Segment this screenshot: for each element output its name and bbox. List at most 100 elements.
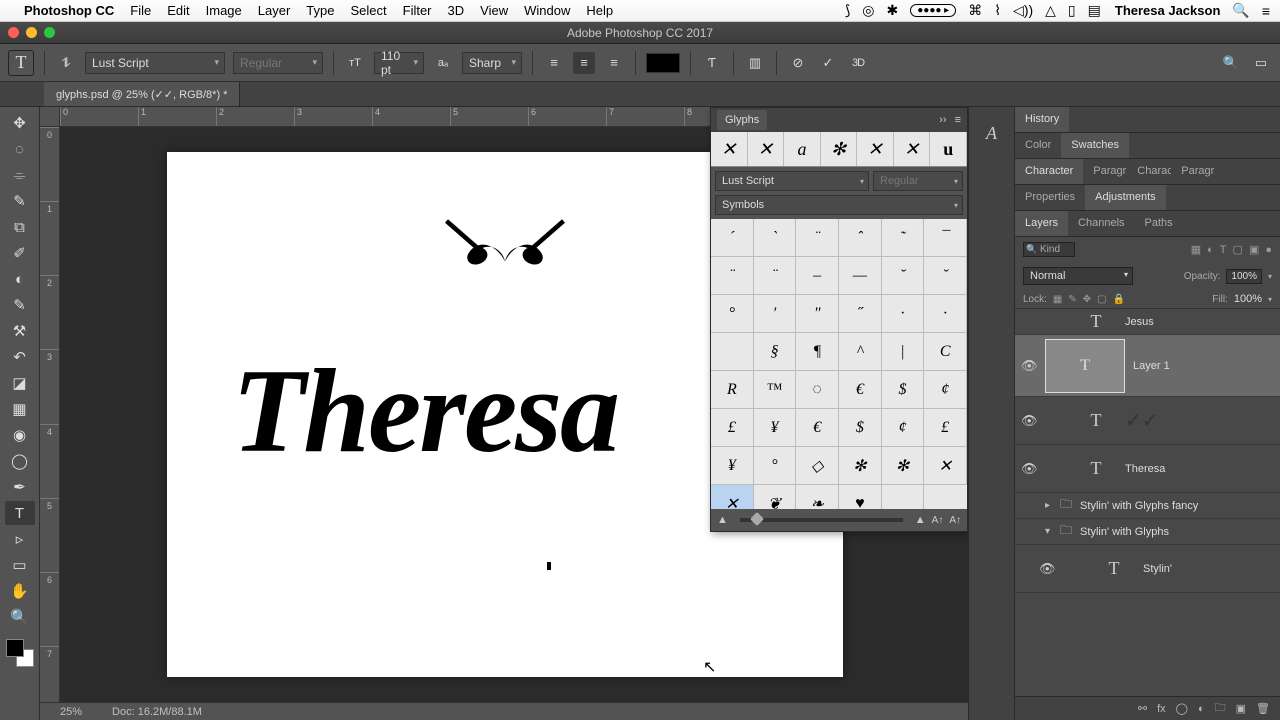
glyph-cell[interactable]: `	[754, 219, 797, 257]
glyph-cell[interactable]: C	[924, 333, 967, 371]
window-close-button[interactable]	[8, 27, 19, 38]
collapse-icon[interactable]: ››	[939, 114, 946, 126]
panel-menu-icon[interactable]: ≡	[955, 114, 961, 126]
glyph-cell[interactable]: ·	[924, 295, 967, 333]
glyph-cell[interactable]: ♥	[839, 485, 882, 509]
glyph-option-icon[interactable]: A↑	[949, 515, 961, 526]
glyph-cell[interactable]: £	[924, 409, 967, 447]
window-maximize-button[interactable]	[44, 27, 55, 38]
healing-tool[interactable]: ◐	[5, 267, 35, 291]
lock-artboard-icon[interactable]: ▢	[1097, 294, 1106, 305]
layer-name[interactable]: Stylin'	[1143, 563, 1172, 575]
document-tab[interactable]: glyphs.psd @ 25% (✓✓, RGB/8*) *	[44, 82, 240, 106]
tab-swatches[interactable]: Swatches	[1061, 133, 1129, 158]
glyph-cell[interactable]: ✻	[882, 447, 925, 485]
glyph-cell[interactable]: ˘	[924, 257, 967, 295]
filter-type-icon[interactable]: T	[1220, 244, 1227, 256]
warp-text-icon[interactable]: Ƭ	[701, 52, 723, 74]
antialias-select[interactable]: Sharp	[462, 52, 522, 74]
glyph-cell[interactable]: ¢	[882, 409, 925, 447]
menu-layer[interactable]: Layer	[258, 3, 291, 18]
glyph-cell[interactable]: |	[882, 333, 925, 371]
glyph-cell[interactable]: ✻	[839, 447, 882, 485]
align-right-icon[interactable]: ≡	[603, 52, 625, 74]
glyph-cell[interactable]: €	[796, 409, 839, 447]
text-orientation-icon[interactable]: ⥮	[55, 52, 77, 74]
brush-tool[interactable]: ✎	[5, 293, 35, 317]
menu-filter[interactable]: Filter	[403, 3, 432, 18]
layer-row[interactable]: 👁 T Layer 1	[1015, 335, 1280, 397]
eraser-tool[interactable]: ◪	[5, 371, 35, 395]
notifications-icon[interactable]: ≡	[1262, 3, 1270, 19]
layer-row[interactable]: T Jesus	[1015, 309, 1280, 335]
menubar-username[interactable]: Theresa Jackson	[1115, 3, 1221, 18]
glyph-cell[interactable]: €	[839, 371, 882, 409]
color-swatches[interactable]	[6, 639, 34, 667]
search-icon[interactable]: 🔍	[1220, 52, 1242, 74]
cancel-icon[interactable]: ⊘	[787, 52, 809, 74]
glyph-cell[interactable]: ¯	[924, 219, 967, 257]
layer-name[interactable]: Layer 1	[1133, 360, 1170, 372]
eyedropper-tool[interactable]: ✐	[5, 241, 35, 265]
menubar-icon[interactable]: ▤	[1088, 2, 1101, 19]
bluetooth-icon[interactable]: ⌘	[968, 2, 982, 19]
layer-name[interactable]: Jesus	[1125, 316, 1154, 328]
lock-pos-icon[interactable]: ✥	[1083, 294, 1091, 305]
recent-glyph[interactable]: ✕	[857, 132, 894, 166]
font-size-input[interactable]: 110 pt	[374, 52, 424, 74]
visibility-toggle[interactable]: 👁	[1021, 413, 1037, 429]
wifi-icon[interactable]: ⌇	[994, 2, 1001, 19]
menubar-icon[interactable]: ✱	[887, 2, 899, 19]
text-color-swatch[interactable]	[646, 53, 680, 73]
glyph-cell[interactable]: ·	[882, 295, 925, 333]
type-tool[interactable]: T	[5, 501, 35, 525]
character-panel-icon[interactable]: A	[978, 119, 1006, 147]
stamp-tool[interactable]: ⚒	[5, 319, 35, 343]
glyph-cell[interactable]: ˘	[882, 257, 925, 295]
layer-name[interactable]: ✓✓	[1125, 408, 1159, 433]
quick-select-tool[interactable]: ✎	[5, 189, 35, 213]
link-layers-icon[interactable]: ⚯	[1138, 702, 1147, 715]
glyphs-style-select[interactable]: Regular	[873, 171, 963, 191]
canvas-area[interactable]: 0123456789 01234567 Theresa ↖ 25% Doc: 1…	[40, 107, 968, 720]
zoom-out-icon[interactable]: ▲	[717, 514, 728, 526]
glyph-cell[interactable]: ′	[754, 295, 797, 333]
tab-paragraph[interactable]: Paragraph	[1083, 159, 1127, 184]
dodge-tool[interactable]: ◯	[5, 449, 35, 473]
glyph-cell[interactable]: °	[754, 447, 797, 485]
menubar-icon[interactable]: ⟆	[845, 2, 850, 19]
glyph-cell[interactable]: ✕	[711, 485, 754, 509]
gradient-tool[interactable]: ▦	[5, 397, 35, 421]
tab-char-styles[interactable]: Character	[1127, 159, 1171, 184]
glyph-cell[interactable]: ¥	[711, 447, 754, 485]
tab-character[interactable]: Character	[1015, 159, 1083, 184]
menu-window[interactable]: Window	[524, 3, 570, 18]
glyph-cell[interactable]: —	[839, 257, 882, 295]
volume-icon[interactable]: ◁))	[1013, 2, 1033, 19]
glyph-cell[interactable]: ″	[796, 295, 839, 333]
visibility-toggle[interactable]: 👁	[1039, 561, 1055, 577]
glyph-option-icon[interactable]: A↑	[932, 515, 944, 526]
filter-shape-icon[interactable]: ▢	[1233, 243, 1243, 256]
zoom-in-icon[interactable]: ▲	[915, 514, 926, 526]
recent-glyph[interactable]: ✻	[821, 132, 858, 166]
glyph-cell[interactable]: ¥	[754, 409, 797, 447]
menubar-icon[interactable]: ▯	[1068, 2, 1076, 19]
menu-view[interactable]: View	[480, 3, 508, 18]
lock-pixel-icon[interactable]: ✎	[1068, 294, 1076, 305]
tab-history[interactable]: History	[1015, 107, 1069, 132]
group-chevron-icon[interactable]: ▸	[1045, 500, 1050, 511]
fill-input[interactable]: 100%	[1234, 293, 1262, 305]
glyph-size-slider[interactable]	[740, 518, 903, 522]
glyph-cell[interactable]: ◌	[796, 371, 839, 409]
blend-mode-select[interactable]: Normal	[1023, 267, 1133, 285]
glyph-cell[interactable]: ¨	[796, 219, 839, 257]
fg-color[interactable]	[6, 639, 24, 657]
shape-tool[interactable]: ▭	[5, 553, 35, 577]
pen-tool[interactable]: ✒	[5, 475, 35, 499]
layer-filter-kind[interactable]: Kind	[1023, 242, 1075, 257]
recent-glyph[interactable]: ✕	[894, 132, 931, 166]
3d-icon[interactable]: 3D	[847, 52, 869, 74]
hand-tool[interactable]: ✋	[5, 579, 35, 603]
history-brush-tool[interactable]: ↶	[5, 345, 35, 369]
